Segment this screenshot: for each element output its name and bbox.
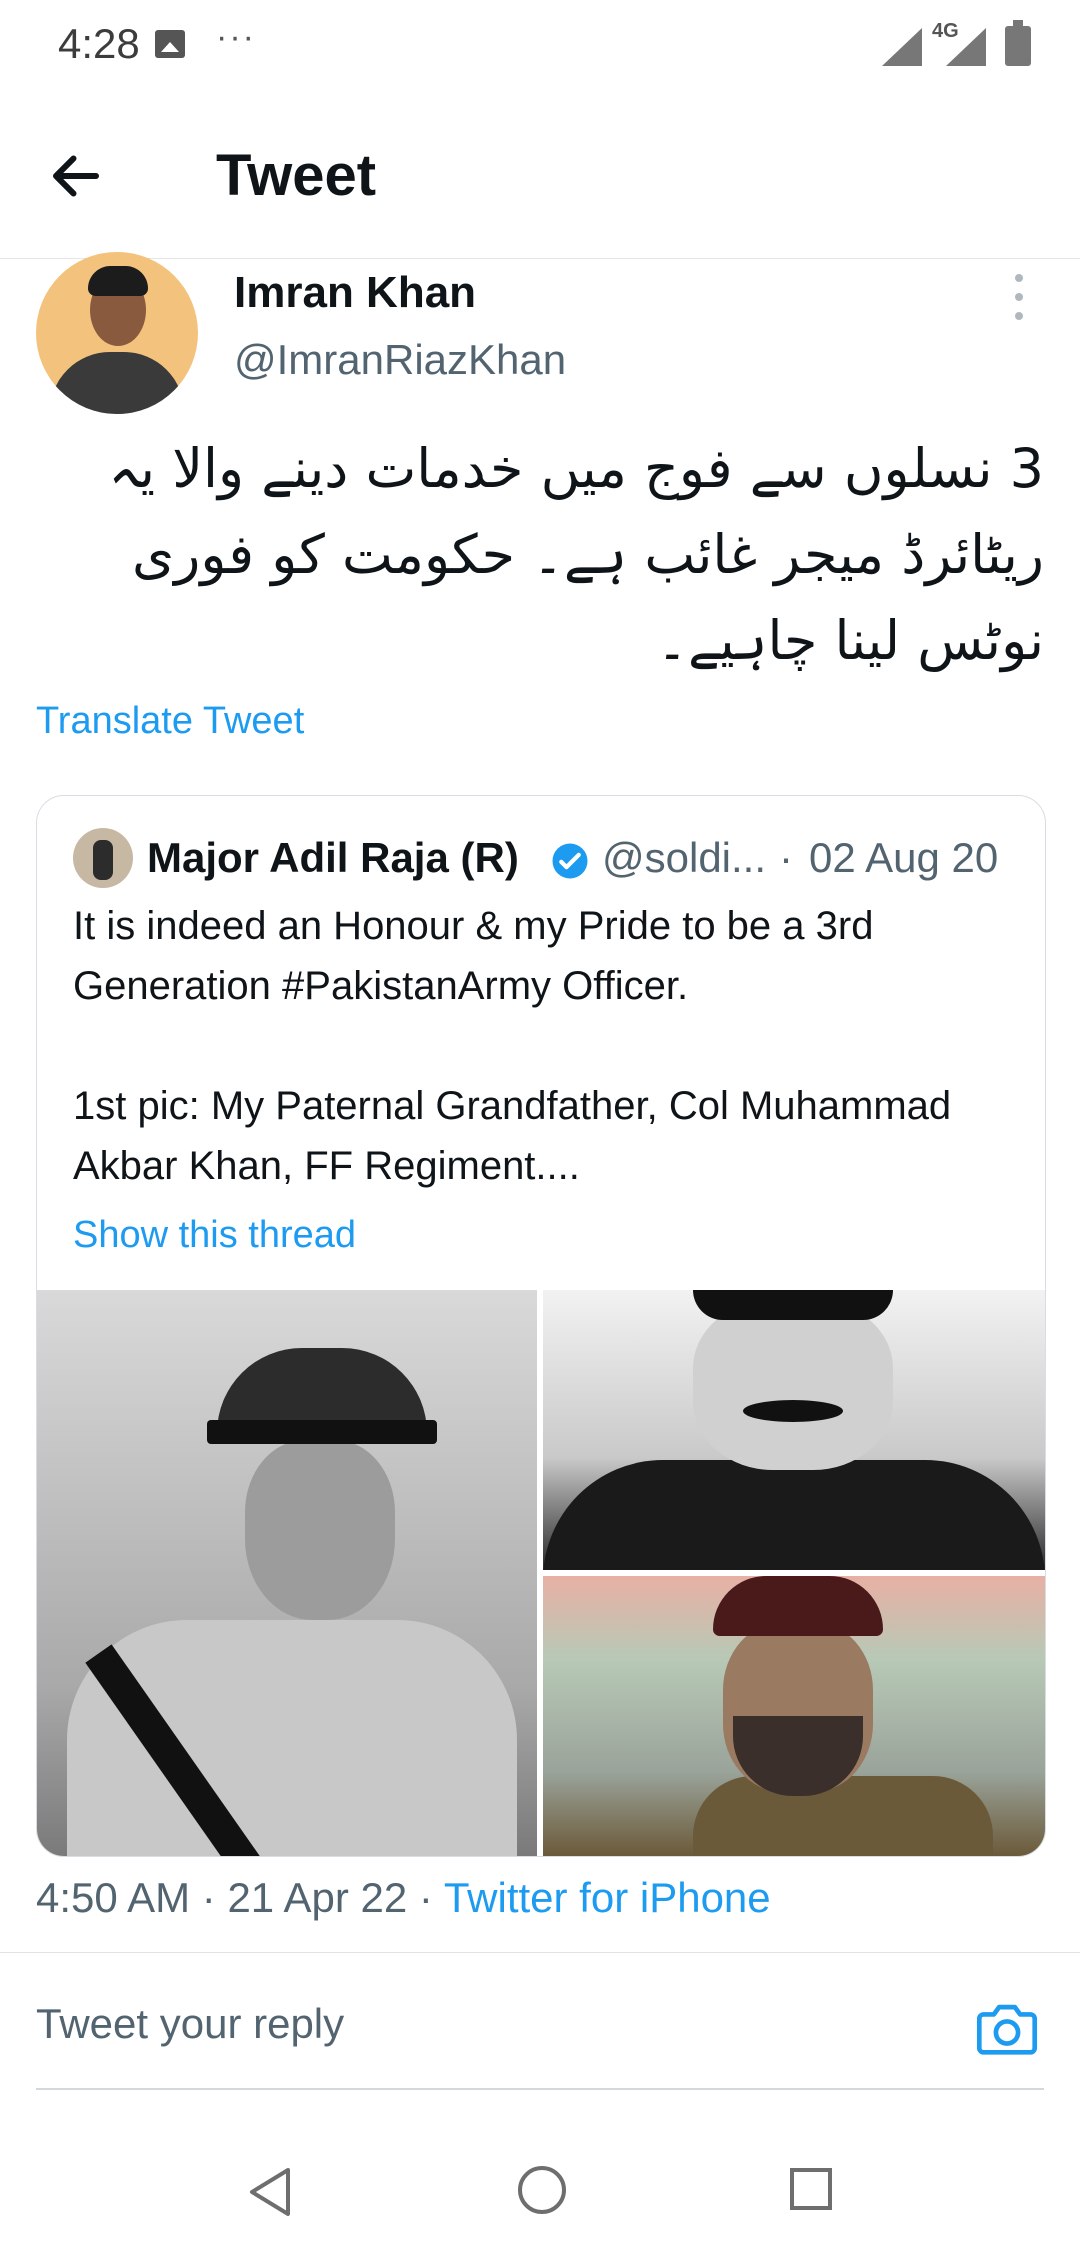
divider	[0, 1952, 1080, 1953]
author-avatar[interactable]	[36, 252, 198, 414]
tweet-source-link[interactable]: Twitter for iPhone	[444, 1874, 771, 1921]
translate-tweet-link[interactable]: Translate Tweet	[36, 700, 304, 743]
status-time: 4:28	[58, 20, 140, 67]
photo-figure	[693, 1776, 993, 1856]
photo-figure	[693, 1290, 893, 1320]
quoted-tweet-date: 02 Aug 20	[809, 834, 999, 881]
avatar-body	[50, 352, 184, 414]
photo-figure	[245, 1440, 395, 1620]
reply-input[interactable]: Tweet your reply	[36, 2000, 344, 2048]
photo-figure	[67, 1620, 517, 1856]
image-notification-icon	[155, 30, 185, 58]
quoted-tweet[interactable]: Major Adil Raja (R) @soldi... · 02 Aug 2…	[36, 795, 1046, 1857]
reply-underline	[36, 2088, 1044, 2090]
photo-figure	[713, 1576, 883, 1636]
tweet-meta: 4:50 AM · 21 Apr 22 · Twitter for iPhone	[36, 1874, 771, 1922]
author-name[interactable]: Imran Khan	[234, 268, 476, 318]
quoted-text-line: 1st pic: My Paternal Grandfather, Col Mu…	[73, 1084, 952, 1188]
photo-figure	[543, 1460, 1045, 1570]
battery-icon	[1005, 20, 1031, 66]
signal-icon	[946, 28, 986, 66]
app-header: Tweet	[0, 96, 1080, 259]
nav-back-icon[interactable]	[244, 2164, 294, 2220]
tweet-text: 3 نسلوں سے فوج میں خدمات دینے والا یہ ری…	[108, 437, 1044, 672]
author-handle[interactable]: @ImranRiazKhan	[234, 336, 566, 384]
quoted-author-handle: @soldi...	[602, 834, 767, 881]
more-options-icon[interactable]	[1004, 274, 1034, 320]
photo-figure	[693, 1300, 893, 1470]
page-title: Tweet	[216, 143, 377, 208]
quoted-author-avatar	[73, 828, 133, 888]
arrow-left-icon	[53, 155, 99, 197]
nav-home-icon[interactable]	[514, 2162, 570, 2218]
photo-figure	[207, 1420, 437, 1444]
more-notifications-icon: ···	[216, 18, 256, 56]
dot	[1015, 312, 1023, 320]
quoted-media-grid	[37, 1290, 1045, 1856]
system-nav-bar	[0, 2100, 1080, 2246]
photo-figure	[743, 1400, 843, 1422]
dot	[1015, 274, 1023, 282]
separator-dot: ·	[779, 834, 793, 881]
nav-recents-icon[interactable]	[786, 2164, 836, 2214]
status-bar: 4:28 ··· 4G	[0, 0, 1080, 96]
separator-dot: ·	[418, 1874, 444, 1921]
avatar-hair	[88, 266, 148, 296]
verified-badge-icon	[552, 843, 588, 879]
quoted-author-name: Major Adil Raja (R)	[147, 834, 519, 881]
media-photo[interactable]	[37, 1290, 537, 1856]
quoted-text-line: It is indeed an Honour & my Pride to be …	[73, 904, 874, 1008]
show-thread-link[interactable]: Show this thread	[73, 1214, 356, 1257]
media-photo[interactable]	[543, 1576, 1045, 1856]
separator-dot: ·	[201, 1874, 228, 1921]
back-button[interactable]	[46, 146, 126, 226]
tweet-date: 21 Apr 22	[227, 1874, 408, 1921]
media-photo[interactable]	[543, 1290, 1045, 1570]
signal-icon	[882, 28, 922, 66]
tweet-time: 4:50 AM	[36, 1874, 191, 1921]
quoted-tweet-text: It is indeed an Honour & my Pride to be …	[73, 896, 1013, 1196]
camera-icon[interactable]	[972, 1994, 1042, 2064]
dot	[1015, 293, 1023, 301]
